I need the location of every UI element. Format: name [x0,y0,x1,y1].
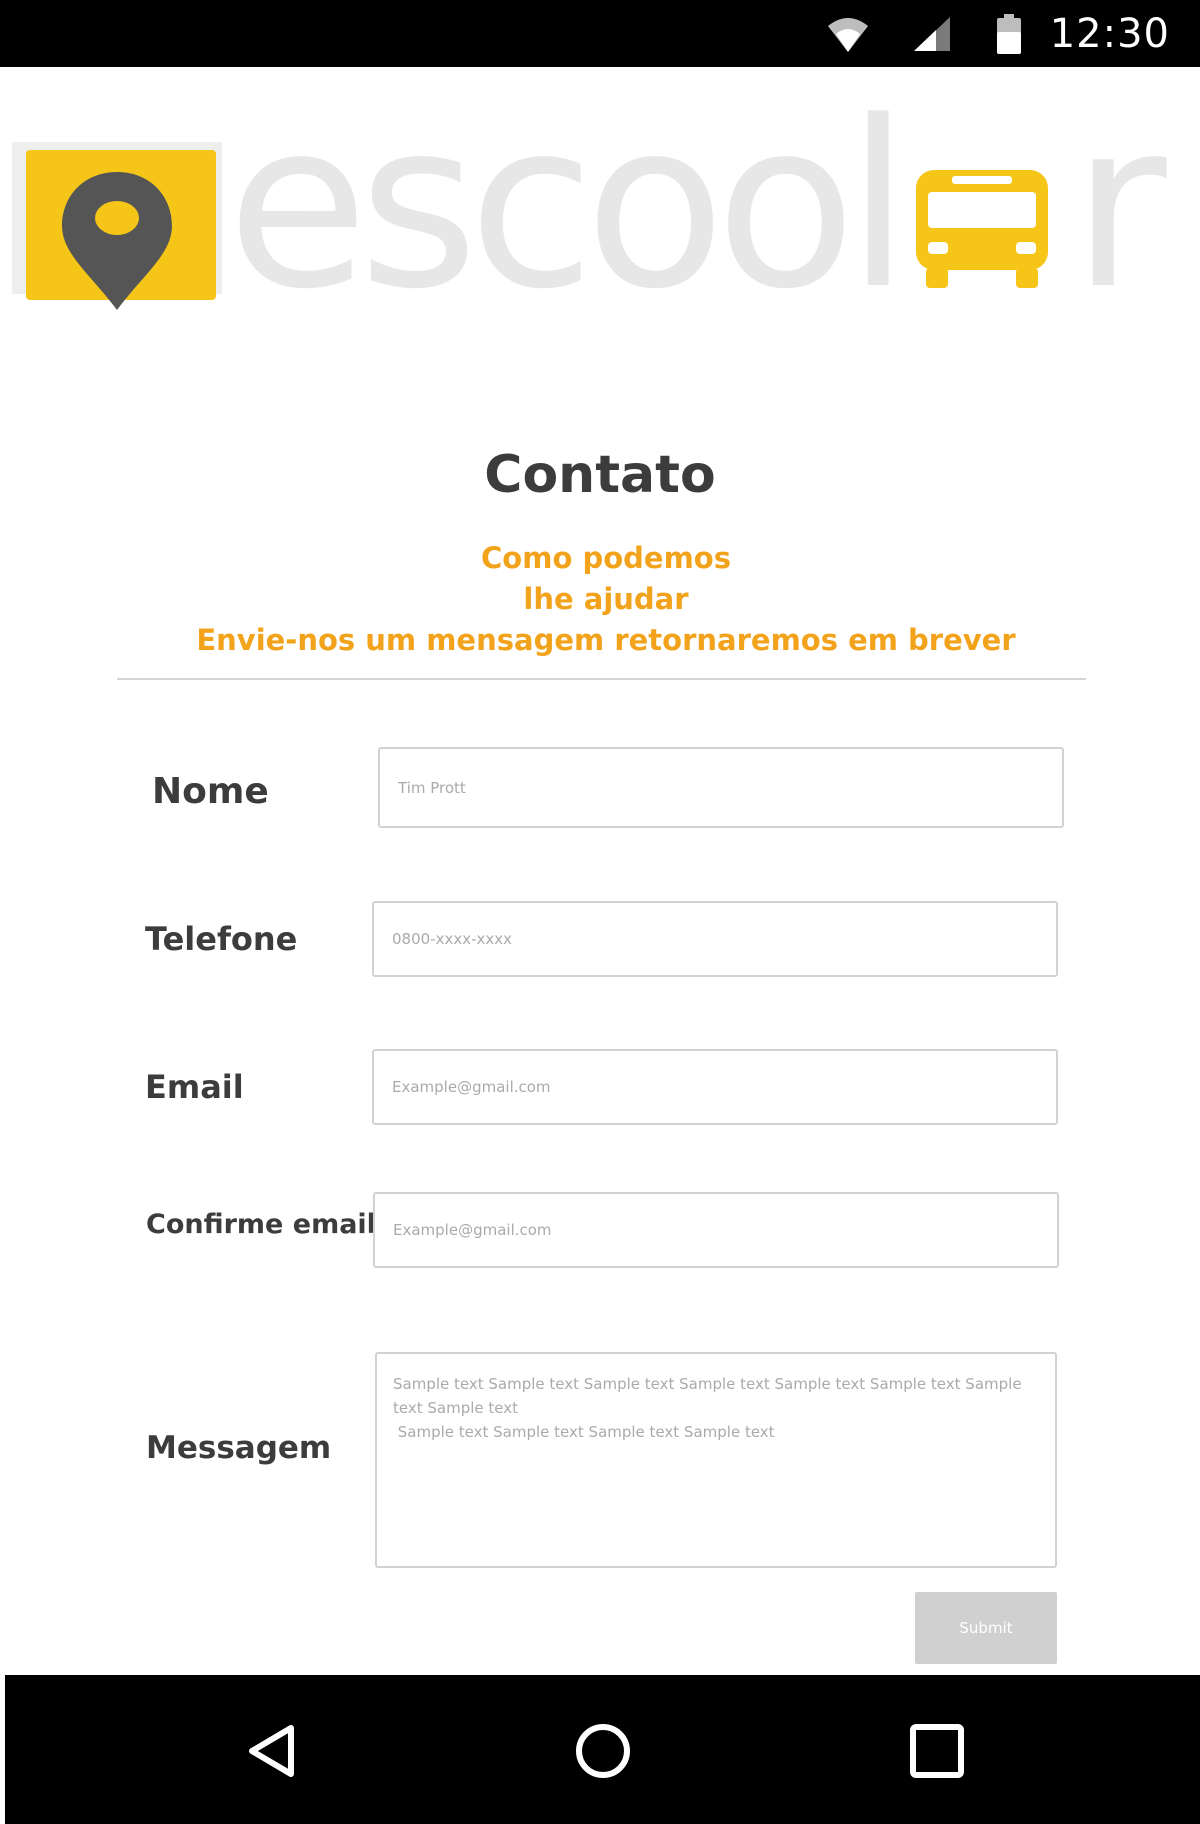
svg-text:r: r [1072,80,1167,320]
svg-text:escool: escool [227,80,900,320]
telefone-label: Telefone [145,920,298,958]
submit-button[interactable]: Submit [915,1592,1057,1664]
back-button[interactable] [232,1719,312,1783]
logo-pin-icon [12,142,222,310]
subtitle-line: Envie-nos um mensagem retornaremos em br… [196,623,1016,657]
nome-input[interactable] [378,747,1064,828]
telefone-input[interactable] [372,901,1058,977]
signal-icon [912,15,952,53]
battery-icon [996,14,1022,54]
page-subtitle: Como podemos lhe ajudar Envie-nos um men… [0,538,1200,661]
email-input[interactable] [372,1049,1058,1125]
home-icon [576,1724,630,1778]
confirme-email-label: Confirme email [146,1209,376,1240]
navigation-bar [5,1675,1200,1824]
clock: 12:30 [1049,11,1170,57]
mensagem-label: Messagem [146,1430,332,1466]
mensagem-textarea[interactable] [375,1352,1057,1568]
subtitle-line: lhe ajudar [523,582,689,616]
logo-bus-icon [916,170,1048,288]
recents-button[interactable] [897,1719,977,1783]
app-logo: escoolar escool r [12,80,1192,320]
page-title: Contato [484,445,716,505]
email-label: Email [145,1068,244,1106]
confirme-email-input[interactable] [373,1192,1059,1268]
recents-icon [910,1724,964,1778]
home-button[interactable] [563,1719,643,1783]
status-bar: 12:30 [0,0,1200,67]
subtitle-line: Como podemos [481,541,731,575]
divider [117,678,1086,680]
status-icons: 12:30 [826,10,1170,58]
back-icon [249,1725,294,1777]
nome-label: Nome [152,771,269,812]
wifi-icon [826,14,870,54]
